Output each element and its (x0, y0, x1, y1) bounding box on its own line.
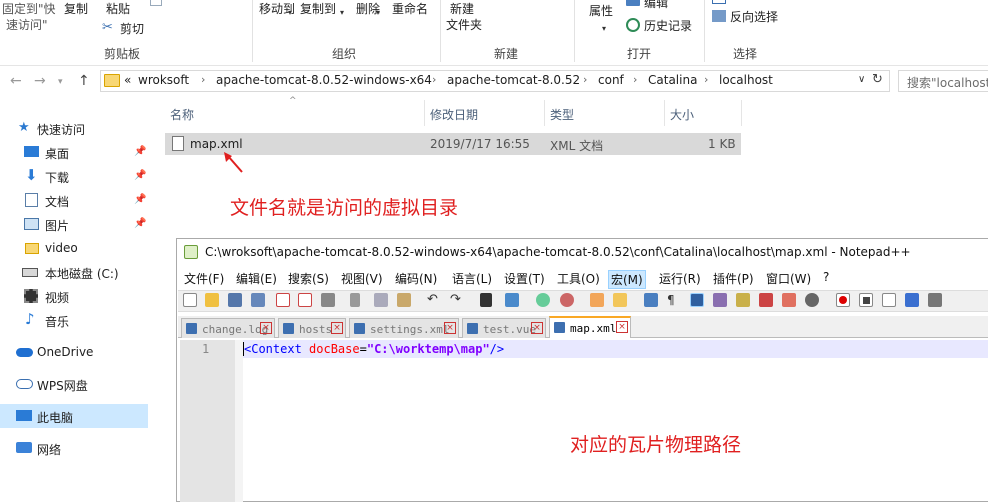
function-list-icon[interactable] (759, 293, 773, 307)
save-macro-icon[interactable] (928, 293, 942, 307)
close-tab-icon[interactable]: × (331, 322, 343, 334)
menu-help[interactable]: ? (823, 270, 829, 284)
tab-label: change.log (202, 323, 269, 336)
file-icon (354, 323, 365, 334)
tab-label: map.xml (570, 322, 617, 335)
file-icon (186, 323, 197, 334)
xml-value: "C:\worktemp\map" (366, 342, 490, 356)
redo-icon[interactable]: ↷ (450, 293, 464, 307)
tab-map-xml[interactable]: map.xml × (549, 316, 631, 338)
sync-horizontal-icon[interactable] (613, 293, 627, 307)
menu-search[interactable]: 搜索(S) (288, 270, 329, 287)
indent-guide-icon[interactable] (690, 293, 704, 307)
undo-icon[interactable]: ↶ (427, 293, 441, 307)
record-macro-icon[interactable] (836, 293, 850, 307)
tab-label: test.vue (483, 323, 536, 336)
close-all-icon[interactable] (298, 293, 312, 307)
xml-equals: = (359, 342, 367, 356)
line-number: 1 (202, 342, 210, 356)
cut-icon[interactable] (350, 293, 360, 307)
close-tab-icon[interactable]: × (531, 322, 543, 334)
save-all-icon[interactable] (251, 293, 265, 307)
find-icon[interactable] (480, 293, 492, 307)
menu-macro[interactable]: 宏(M) (608, 270, 646, 289)
file-icon (283, 323, 294, 334)
zoom-out-icon[interactable] (560, 293, 574, 307)
paste-icon[interactable] (397, 293, 411, 307)
doc-map-icon[interactable] (736, 293, 750, 307)
copy-icon[interactable] (374, 293, 388, 307)
save-icon[interactable] (228, 293, 242, 307)
print-icon[interactable] (321, 293, 335, 307)
tab-hosts[interactable]: hosts × (278, 318, 346, 338)
word-wrap-icon[interactable] (644, 293, 658, 307)
replace-icon[interactable] (505, 293, 519, 307)
menu-file[interactable]: 文件(F) (184, 270, 224, 287)
close-tab-icon[interactable]: × (616, 321, 628, 333)
close-tab-icon[interactable]: × (444, 322, 456, 334)
menu-plugins[interactable]: 插件(P) (713, 270, 754, 287)
menu-encoding[interactable]: 编码(N) (395, 270, 437, 287)
menu-window[interactable]: 窗口(W) (766, 270, 811, 287)
xml-tag-close: /> (489, 342, 505, 356)
tab-change-log[interactable]: change.log × (181, 318, 275, 338)
notepad-app-icon (184, 245, 198, 259)
monitoring-icon[interactable] (805, 293, 819, 307)
xml-attribute: docBase (309, 342, 360, 356)
close-icon[interactable] (276, 293, 290, 307)
annotation-arrow-top (227, 155, 243, 173)
folder-workspace-icon[interactable] (782, 293, 796, 307)
run-multiple-macro-icon[interactable] (905, 293, 919, 307)
file-icon (554, 322, 565, 333)
menu-edit[interactable]: 编辑(E) (236, 270, 277, 287)
sync-vertical-icon[interactable] (590, 293, 604, 307)
play-macro-icon[interactable] (882, 293, 896, 307)
tab-label: hosts (299, 323, 333, 336)
file-icon (467, 323, 478, 334)
show-all-chars-icon[interactable]: ¶ (667, 293, 681, 307)
close-tab-icon[interactable]: × (260, 322, 272, 334)
menu-tools[interactable]: 工具(O) (557, 270, 600, 287)
xml-tag: <Context (244, 342, 310, 356)
tab-label: settings.xml (370, 323, 450, 336)
notepad-title: C:\wroksoft\apache-tomcat-8.0.52-windows… (205, 245, 911, 259)
annotation-top: 文件名就是访问的虚拟目录 (230, 197, 459, 219)
menu-run[interactable]: 运行(R) (659, 270, 701, 287)
fold-margin (235, 340, 243, 502)
menu-settings[interactable]: 设置(T) (504, 270, 545, 287)
line-number-gutter (180, 340, 235, 502)
stop-macro-icon[interactable] (859, 293, 873, 307)
tab-settings-xml[interactable]: settings.xml × (349, 318, 459, 338)
code-line[interactable]: <Context docBase="C:\worktemp\map"/> (244, 342, 504, 356)
tab-test-vue[interactable]: test.vue × (462, 318, 546, 338)
user-language-icon[interactable] (713, 293, 727, 307)
annotation-bottom: 对应的瓦片物理路径 (570, 434, 742, 456)
menu-view[interactable]: 视图(V) (341, 270, 383, 287)
open-file-icon[interactable] (205, 293, 219, 307)
zoom-in-icon[interactable] (536, 293, 550, 307)
new-file-icon[interactable] (183, 293, 197, 307)
menu-language[interactable]: 语言(L) (452, 270, 492, 287)
